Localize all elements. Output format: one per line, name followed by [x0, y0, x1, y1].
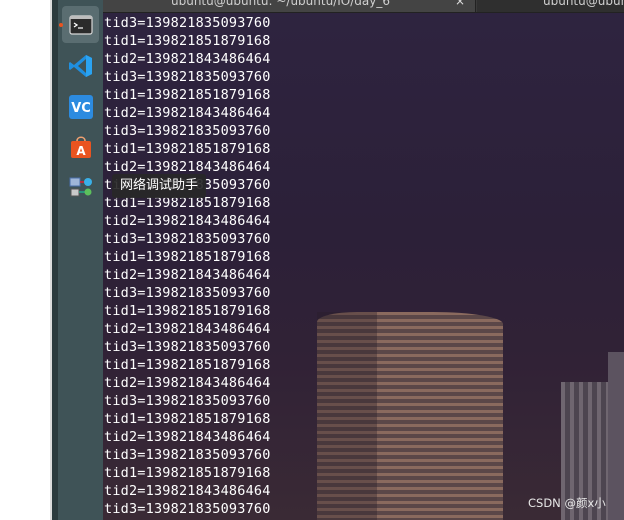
- vscode-icon: [68, 54, 92, 77]
- dock-tooltip: 网络调试助手: [112, 174, 207, 198]
- shopping-bag-icon: A: [70, 135, 91, 158]
- terminal-line: tid3=139821835093760: [104, 123, 271, 139]
- desktop-margin: [0, 0, 50, 520]
- terminal-line: tid2=139821843486464: [104, 321, 271, 337]
- dock-item-terminal[interactable]: [59, 6, 99, 43]
- terminal-icon: [68, 14, 93, 35]
- terminal-line: tid2=139821843486464: [104, 105, 271, 121]
- terminal-tab-bar: ubuntu@ubuntu: ~/ubuntu/IO/day_6 × ubunt…: [103, 0, 624, 13]
- dock-item-network-debug-assistant[interactable]: [62, 168, 99, 205]
- terminal-line: tid1=139821851879168: [104, 303, 271, 319]
- terminal-line: tid3=139821835093760: [104, 231, 271, 247]
- terminal-line: tid2=139821843486464: [104, 267, 271, 283]
- network-icon: [69, 177, 92, 196]
- tab-day-6[interactable]: ubuntu@ubuntu: ~/ubuntu/IO/day_6 ×: [103, 0, 476, 12]
- terminal-line: tid3=139821835093760: [104, 15, 271, 31]
- terminal-line: tid2=139821843486464: [104, 483, 271, 499]
- terminal-line: tid1=139821851879168: [104, 465, 271, 481]
- terminal-line: tid2=139821843486464: [104, 429, 271, 445]
- terminal-line: tid3=139821835093760: [104, 69, 271, 85]
- dock-item-vnc-viewer[interactable]: VC: [62, 88, 99, 125]
- terminal-line: tid2=139821843486464: [104, 213, 271, 229]
- wallpaper-building-edge: [608, 352, 624, 520]
- terminal-line: tid1=139821851879168: [104, 249, 271, 265]
- terminal-line: tid2=139821843486464: [104, 51, 271, 67]
- terminal-line: tid1=139821851879168: [104, 87, 271, 103]
- svg-text:VC: VC: [71, 101, 91, 116]
- launcher-dock: VC A: [58, 0, 103, 520]
- tab-title: ubuntu@ubuntu: ~/ubuntu/IO/day_6: [171, 0, 390, 8]
- terminal-line: tid3=139821835093760: [104, 393, 271, 409]
- terminal-line: tid1=139821851879168: [104, 33, 271, 49]
- terminal-output: tid3=139821835093760 tid1=139821851879168…: [104, 14, 271, 518]
- terminal-line: tid3=139821835093760: [104, 501, 271, 517]
- vnc-icon: VC: [68, 94, 93, 119]
- tab-home[interactable]: ubuntu@ubuntu: ~: [477, 0, 624, 12]
- terminal-line: tid1=139821851879168: [104, 357, 271, 373]
- wallpaper-tower-shade: [317, 312, 377, 520]
- svg-text:A: A: [76, 144, 86, 158]
- dock-item-software-center[interactable]: A: [62, 128, 99, 165]
- watermark: CSDN @颜x小: [528, 496, 606, 510]
- terminal-line: tid3=139821835093760: [104, 447, 271, 463]
- terminal-line: tid1=139821851879168: [104, 141, 271, 157]
- running-indicator: [59, 23, 63, 27]
- terminal-line: tid1=139821851879168: [104, 411, 271, 427]
- tab-title: ubuntu@ubuntu: ~: [543, 0, 624, 8]
- terminal-line: tid2=139821843486464: [104, 375, 271, 391]
- terminal-line: tid3=139821835093760: [104, 285, 271, 301]
- terminal-window[interactable]: ubuntu@ubuntu: ~/ubuntu/IO/day_6 × ubunt…: [103, 0, 624, 520]
- dock-item-vscode[interactable]: [62, 47, 99, 84]
- close-icon[interactable]: ×: [455, 0, 465, 8]
- terminal-line: tid3=139821835093760: [104, 339, 271, 355]
